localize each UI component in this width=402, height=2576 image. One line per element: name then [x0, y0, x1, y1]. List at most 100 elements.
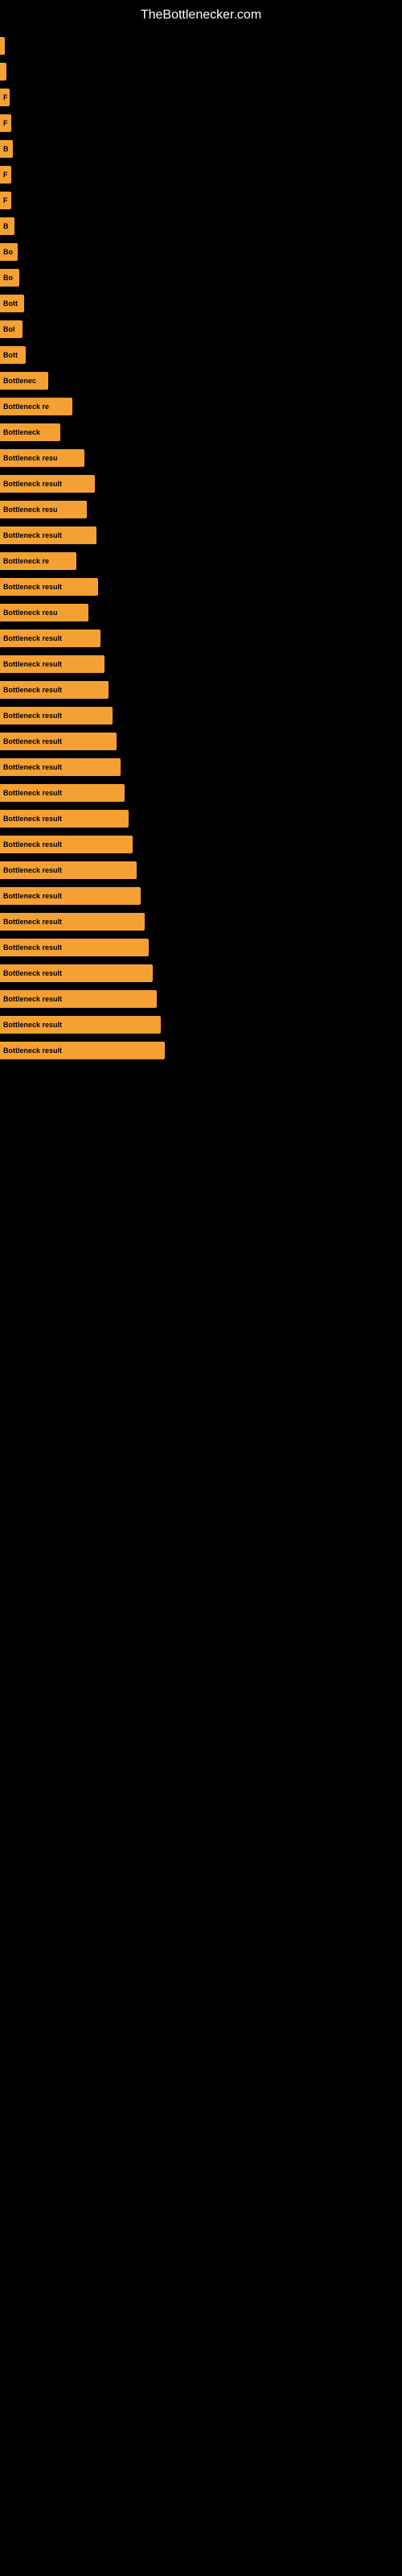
bar-33: Bottleneck result [0, 887, 141, 905]
bar-31: Bottleneck result [0, 836, 133, 853]
bar-row: Bottleneck result [0, 679, 402, 701]
bar-26: Bottleneck result [0, 707, 113, 724]
bar-row: Bottleneck result [0, 859, 402, 881]
bar-row: Bottleneck resu [0, 601, 402, 624]
bar-row: B [0, 215, 402, 237]
site-title: TheBottlenecker.com [0, 0, 402, 27]
bar-19: Bottleneck result [0, 526, 96, 544]
bar-4: B [0, 140, 13, 158]
bar-2: F [0, 89, 10, 106]
bar-row: Bo [0, 241, 402, 263]
bar-row: Bottleneck result [0, 833, 402, 856]
bar-29: Bottleneck result [0, 784, 125, 802]
bar-16: Bottleneck resu [0, 449, 84, 467]
bar-28: Bottleneck result [0, 758, 121, 776]
bar-label-12: Bott [3, 351, 18, 359]
bar-label-30: Bottleneck result [3, 815, 62, 823]
bar-13: Bottlenec [0, 372, 48, 390]
bar-3: F [0, 114, 11, 132]
bar-row: Bottleneck [0, 421, 402, 444]
bar-row: F [0, 189, 402, 212]
bar-11: Bol [0, 320, 23, 338]
bar-row: Bottleneck result [0, 1013, 402, 1036]
bar-label-32: Bottleneck result [3, 866, 62, 874]
bar-row: Bottleneck result [0, 756, 402, 778]
bar-row: Bottleneck result [0, 653, 402, 675]
bar-label-10: Bott [3, 299, 18, 308]
bar-label-3: F [3, 119, 8, 127]
bars-container: FFBFFBBoBoBottBolBottBottlenecBottleneck… [0, 27, 402, 1073]
bar-row: Bottlenec [0, 369, 402, 392]
bar-row: Bottleneck result [0, 524, 402, 547]
bar-label-38: Bottleneck result [3, 1021, 62, 1029]
bar-22: Bottleneck resu [0, 604, 88, 621]
bar-row: Bottleneck result [0, 1039, 402, 1062]
bar-5: F [0, 166, 11, 184]
bar-row: Bottleneck result [0, 962, 402, 985]
bar-15: Bottleneck [0, 423, 60, 441]
bar-label-27: Bottleneck result [3, 737, 62, 745]
bar-21: Bottleneck result [0, 578, 98, 596]
bar-39: Bottleneck result [0, 1042, 165, 1059]
bar-25: Bottleneck result [0, 681, 109, 699]
bar-label-16: Bottleneck resu [3, 454, 58, 462]
bar-32: Bottleneck result [0, 861, 137, 879]
bar-row: Bott [0, 344, 402, 366]
bar-label-33: Bottleneck result [3, 892, 62, 900]
bar-0 [0, 37, 5, 55]
bar-label-39: Bottleneck result [3, 1046, 62, 1055]
bar-label-7: B [3, 222, 9, 230]
bar-row: F [0, 163, 402, 186]
bar-row: Bottleneck resu [0, 447, 402, 469]
bar-row: Bottleneck result [0, 627, 402, 650]
bar-38: Bottleneck result [0, 1016, 161, 1034]
bar-17: Bottleneck result [0, 475, 95, 493]
bar-label-26: Bottleneck result [3, 712, 62, 720]
bar-label-8: Bo [3, 248, 13, 256]
bar-label-34: Bottleneck result [3, 918, 62, 926]
bar-row: Bottleneck result [0, 910, 402, 933]
bar-label-17: Bottleneck result [3, 480, 62, 488]
bar-label-36: Bottleneck result [3, 969, 62, 977]
bar-row: Bol [0, 318, 402, 341]
bar-label-23: Bottleneck result [3, 634, 62, 642]
bar-label-22: Bottleneck resu [3, 609, 58, 617]
bar-row [0, 35, 402, 57]
bar-row: Bo [0, 266, 402, 289]
bar-row [0, 60, 402, 83]
bar-row: B [0, 138, 402, 160]
bar-label-18: Bottleneck resu [3, 506, 58, 514]
bar-35: Bottleneck result [0, 939, 149, 956]
bar-30: Bottleneck result [0, 810, 129, 828]
bar-label-25: Bottleneck result [3, 686, 62, 694]
bar-27: Bottleneck result [0, 733, 117, 750]
bar-row: Bottleneck resu [0, 498, 402, 521]
bar-24: Bottleneck result [0, 655, 105, 673]
bar-1 [0, 63, 6, 80]
bar-34: Bottleneck result [0, 913, 145, 931]
bar-row: Bottleneck result [0, 730, 402, 753]
bar-row: Bottleneck result [0, 473, 402, 495]
bar-row: F [0, 112, 402, 134]
bar-row: Bottleneck result [0, 988, 402, 1010]
bar-8: Bo [0, 243, 18, 261]
bar-label-21: Bottleneck result [3, 583, 62, 591]
bar-label-6: F [3, 196, 8, 204]
bar-20: Bottleneck re [0, 552, 76, 570]
bar-23: Bottleneck result [0, 630, 100, 647]
bar-6: F [0, 192, 11, 209]
bar-36: Bottleneck result [0, 964, 153, 982]
bar-label-13: Bottlenec [3, 377, 36, 385]
bar-label-31: Bottleneck result [3, 840, 62, 848]
bar-row: F [0, 86, 402, 109]
bar-row: Bottleneck result [0, 576, 402, 598]
bar-9: Bo [0, 269, 19, 287]
bar-label-20: Bottleneck re [3, 557, 49, 565]
bar-label-14: Bottleneck re [3, 402, 49, 411]
bar-10: Bott [0, 295, 24, 312]
bar-row: Bottleneck result [0, 885, 402, 907]
bar-row: Bottleneck result [0, 704, 402, 727]
bar-row: Bottleneck result [0, 807, 402, 830]
bar-label-2: F [3, 93, 8, 101]
bar-label-37: Bottleneck result [3, 995, 62, 1003]
